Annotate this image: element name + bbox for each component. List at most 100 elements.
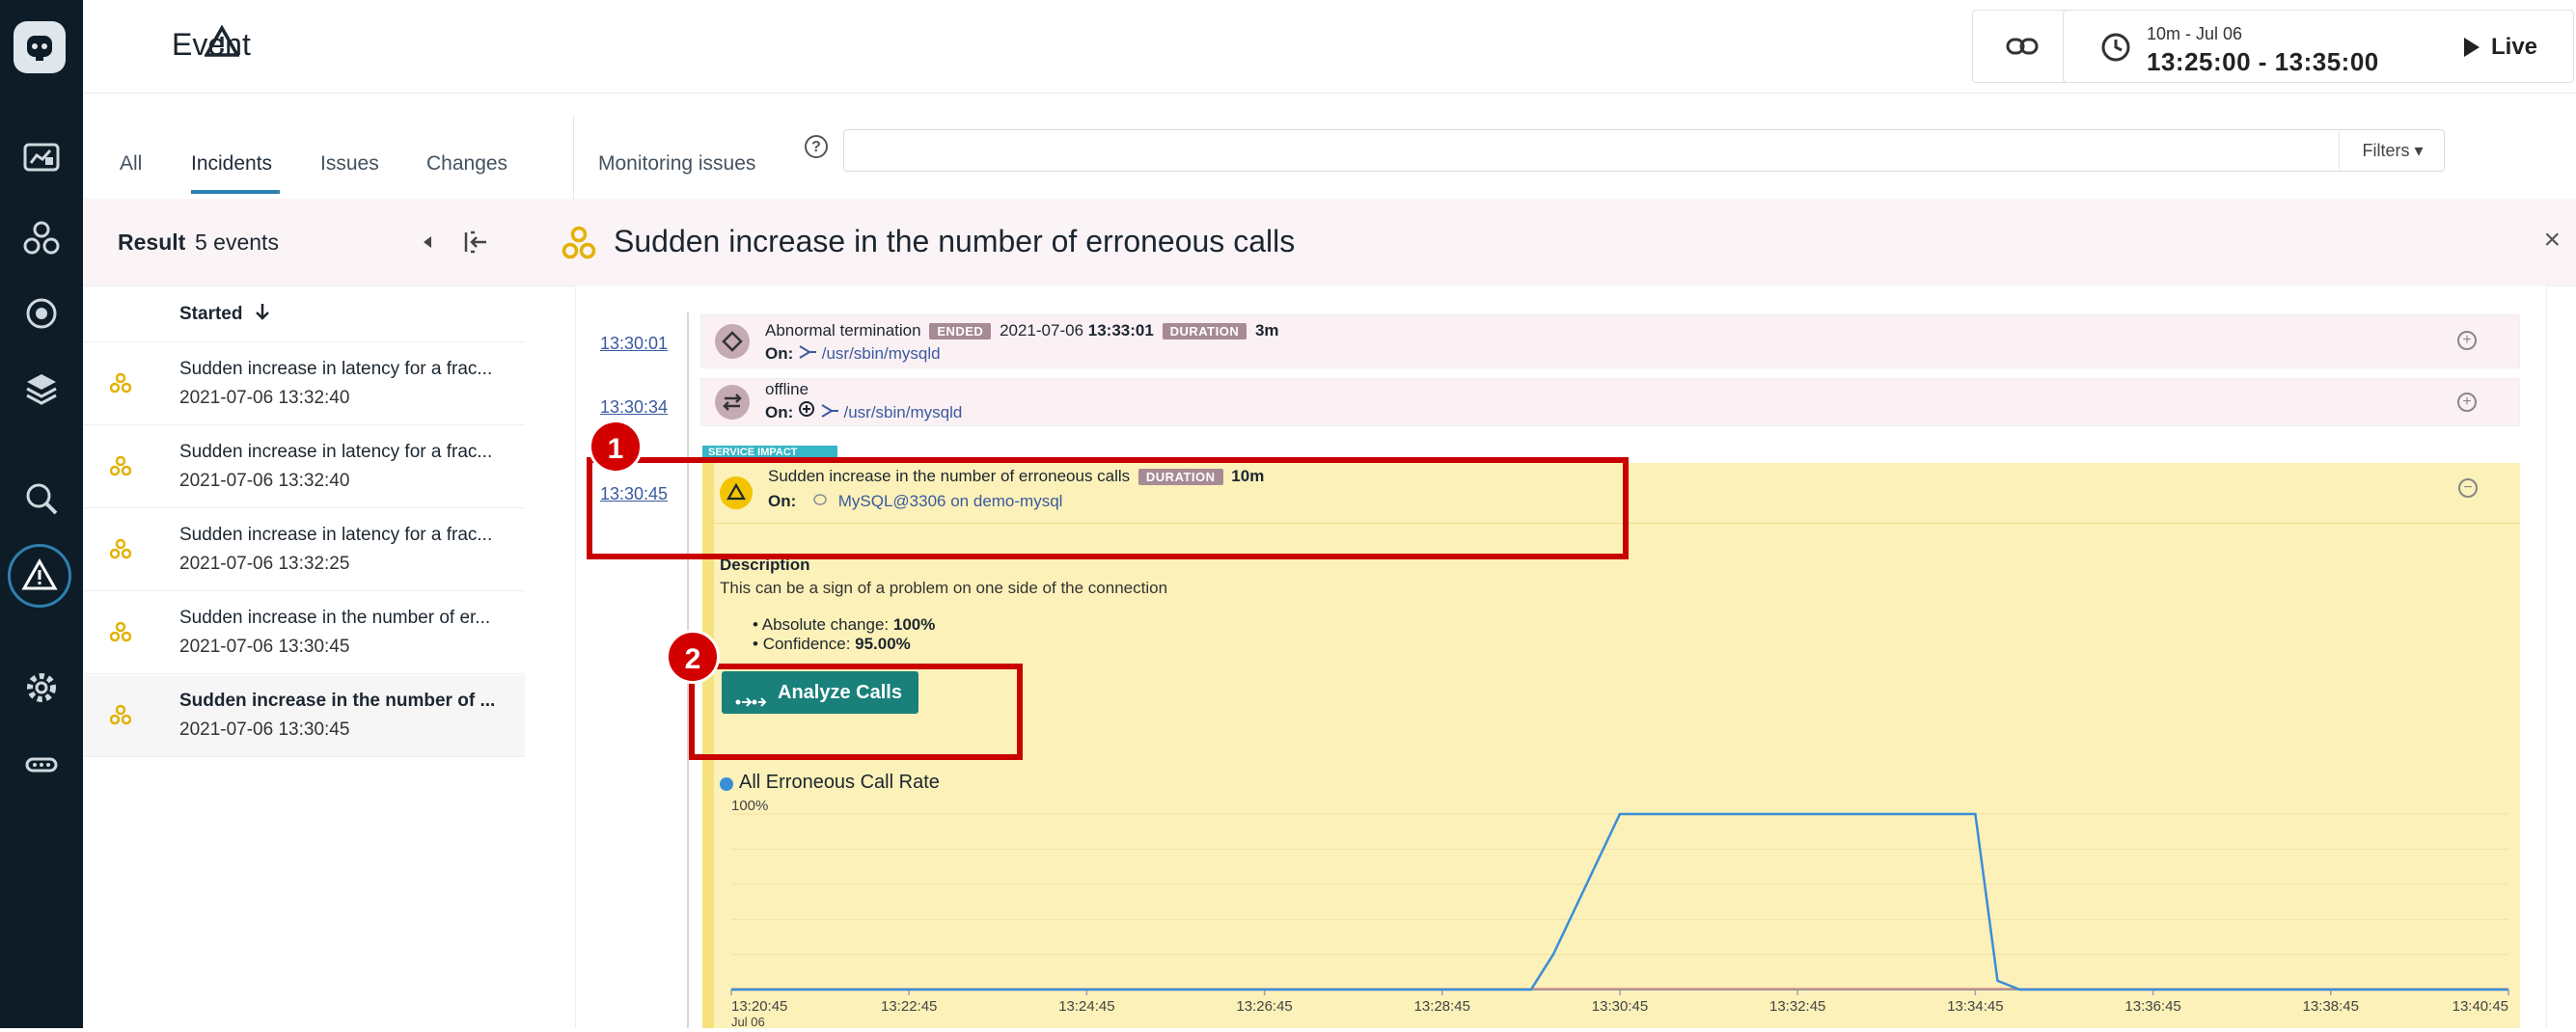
event-list-panel: Result 5 events Started Sudden increase … <box>83 199 526 1028</box>
x-tick-label: 13:34:45 <box>1947 998 2003 1015</box>
service-cluster-icon <box>109 538 132 564</box>
app-logo-icon[interactable] <box>14 21 66 73</box>
y-axis-top-label: 100% <box>731 801 768 814</box>
x-tick-label: 13:36:45 <box>2124 998 2180 1015</box>
process-icon <box>798 344 817 363</box>
swap-icon <box>715 385 750 420</box>
link-icon <box>2006 34 2039 64</box>
active-tab-indicator <box>191 190 280 194</box>
live-button[interactable]: Live <box>2427 10 2574 83</box>
list-item[interactable]: Sudden increase in latency for a frac...… <box>83 509 525 591</box>
event-title: Sudden increase in the number of er... <box>179 608 491 628</box>
expand-icon[interactable]: + <box>2457 331 2477 350</box>
bullet-confidence: • Confidence: 95.00% <box>753 635 911 653</box>
time-range-value: 13:25:00 - 13:35:00 <box>2147 47 2379 76</box>
on-label: On: <box>765 344 794 363</box>
annotation-badge-1: 1 <box>589 420 643 474</box>
filters-label: Filters <box>2362 141 2410 160</box>
duration-badge: DURATION <box>1162 323 1247 340</box>
tab-incidents[interactable]: Incidents <box>191 152 272 176</box>
applications-icon[interactable] <box>17 214 66 262</box>
x-sub-label: Jul 06 <box>731 1015 765 1029</box>
help-icon[interactable]: ? <box>805 135 828 158</box>
x-tick-label: 13:22:45 <box>881 998 937 1015</box>
x-tick-label: 13:20:45 <box>731 998 787 1015</box>
diamond-icon <box>715 324 750 359</box>
entry-title: Abnormal termination <box>765 321 921 339</box>
annotation-box-2 <box>689 664 1023 760</box>
tabs-divider <box>573 116 574 199</box>
play-icon <box>2462 36 2481 64</box>
event-time: 2021-07-06 13:30:45 <box>179 637 350 657</box>
time-range-picker[interactable]: 10m - Jul 06 13:25:00 - 13:35:00 <box>2063 10 2487 83</box>
entity-link[interactable]: /usr/sbin/mysqld <box>843 403 962 421</box>
timeline-timestamp[interactable]: 13:30:01 <box>600 334 668 354</box>
x-tick-label: 13:38:45 <box>2303 998 2359 1015</box>
entry-on-line: On: /usr/sbin/mysqld <box>765 344 941 364</box>
services-icon[interactable] <box>17 289 66 338</box>
timeline-card-offline[interactable]: offline On: /usr/sbin/mysqld + <box>700 378 2520 426</box>
x-tick-label: 13:24:45 <box>1058 998 1114 1015</box>
event-title: Sudden increase in latency for a frac... <box>179 359 493 379</box>
event-time: 2021-07-06 13:30:45 <box>179 720 350 740</box>
monitoring-issues-label: Monitoring issues <box>598 152 756 175</box>
x-tick-label: 13:32:45 <box>1769 998 1825 1015</box>
result-bar: Result 5 events <box>83 199 525 286</box>
list-item[interactable]: Sudden increase in latency for a frac...… <box>83 343 525 425</box>
clock-icon <box>2100 32 2131 68</box>
close-icon[interactable]: × <box>2543 224 2561 257</box>
filters-caret-icon: ▾ <box>2414 141 2424 160</box>
analytics-search-icon[interactable] <box>17 475 66 523</box>
infrastructure-icon[interactable] <box>17 365 66 413</box>
service-cluster-icon <box>109 621 132 647</box>
entry-title: offline <box>765 380 809 398</box>
tab-all[interactable]: All <box>120 152 142 176</box>
event-title: Sudden increase in latency for a frac... <box>179 525 493 545</box>
nav-rail <box>0 0 83 1028</box>
collapse-icon[interactable]: − <box>2458 478 2478 498</box>
series-line <box>731 812 2508 991</box>
top-header: Event 10m - Jul 06 13:25:00 - 13:35:00 L… <box>83 0 2576 94</box>
event-title: Sudden increase in the number of ... <box>179 691 496 711</box>
timeline-timestamp[interactable]: 13:30:34 <box>600 397 668 418</box>
process-icon <box>820 403 839 421</box>
x-tick-label: 13:28:45 <box>1414 998 1470 1015</box>
filters-dropdown[interactable]: Filters ▾ <box>2339 131 2446 170</box>
expand-icon[interactable]: + <box>2457 393 2477 412</box>
host-icon <box>798 401 815 421</box>
events-icon[interactable] <box>8 544 71 608</box>
list-item[interactable]: Sudden increase in the number of er... 2… <box>83 592 525 674</box>
list-item[interactable]: Sudden increase in latency for a frac...… <box>83 426 525 508</box>
list-item-selected[interactable]: Sudden increase in the number of ... 202… <box>83 675 525 757</box>
collapse-arrow-icon[interactable] <box>423 235 432 254</box>
settings-icon[interactable] <box>17 664 66 712</box>
detail-header: Sudden increase in the number of erroneo… <box>525 199 2576 286</box>
entry-on-line: On: /usr/sbin/mysqld <box>765 400 962 422</box>
x-tick-label: 13:26:45 <box>1236 998 1292 1015</box>
arrow-down-icon <box>255 303 269 326</box>
more-icon[interactable] <box>17 741 66 789</box>
chart-title: All Erroneous Call Rate <box>739 772 940 793</box>
x-tick-label: 13:30:45 <box>1592 998 1648 1015</box>
timeline-card-abnormal-termination[interactable]: Abnormal termination ENDED 2021-07-06 13… <box>700 314 2520 368</box>
sort-started-header[interactable]: Started <box>179 303 269 326</box>
event-time: 2021-07-06 13:32:40 <box>179 471 350 491</box>
copy-link-button[interactable] <box>1972 10 2070 83</box>
x-tick-label: 13:40:45 <box>2453 998 2508 1015</box>
service-cluster-icon <box>109 704 132 730</box>
tab-issues[interactable]: Issues <box>320 152 379 176</box>
time-range-label: 10m - Jul 06 <box>2147 24 2243 43</box>
entity-link[interactable]: /usr/sbin/mysqld <box>822 344 941 363</box>
event-title: Sudden increase in latency for a frac... <box>179 442 493 462</box>
bullet-absolute-change: • Absolute change: 100% <box>753 615 936 634</box>
tab-changes[interactable]: Changes <box>426 152 507 176</box>
annotation-badge-2: 2 <box>666 630 720 684</box>
result-count: 5 events <box>195 230 279 255</box>
entry-date-time: 13:33:01 <box>1087 321 1154 339</box>
legend-dot <box>720 777 733 791</box>
collapse-panel-icon[interactable] <box>463 230 488 259</box>
dashboards-icon[interactable] <box>17 135 66 183</box>
entry-duration: 3m <box>1254 321 1279 339</box>
detail-title: Sudden increase in the number of erroneo… <box>614 224 1296 258</box>
event-search-input[interactable] <box>843 129 2445 172</box>
